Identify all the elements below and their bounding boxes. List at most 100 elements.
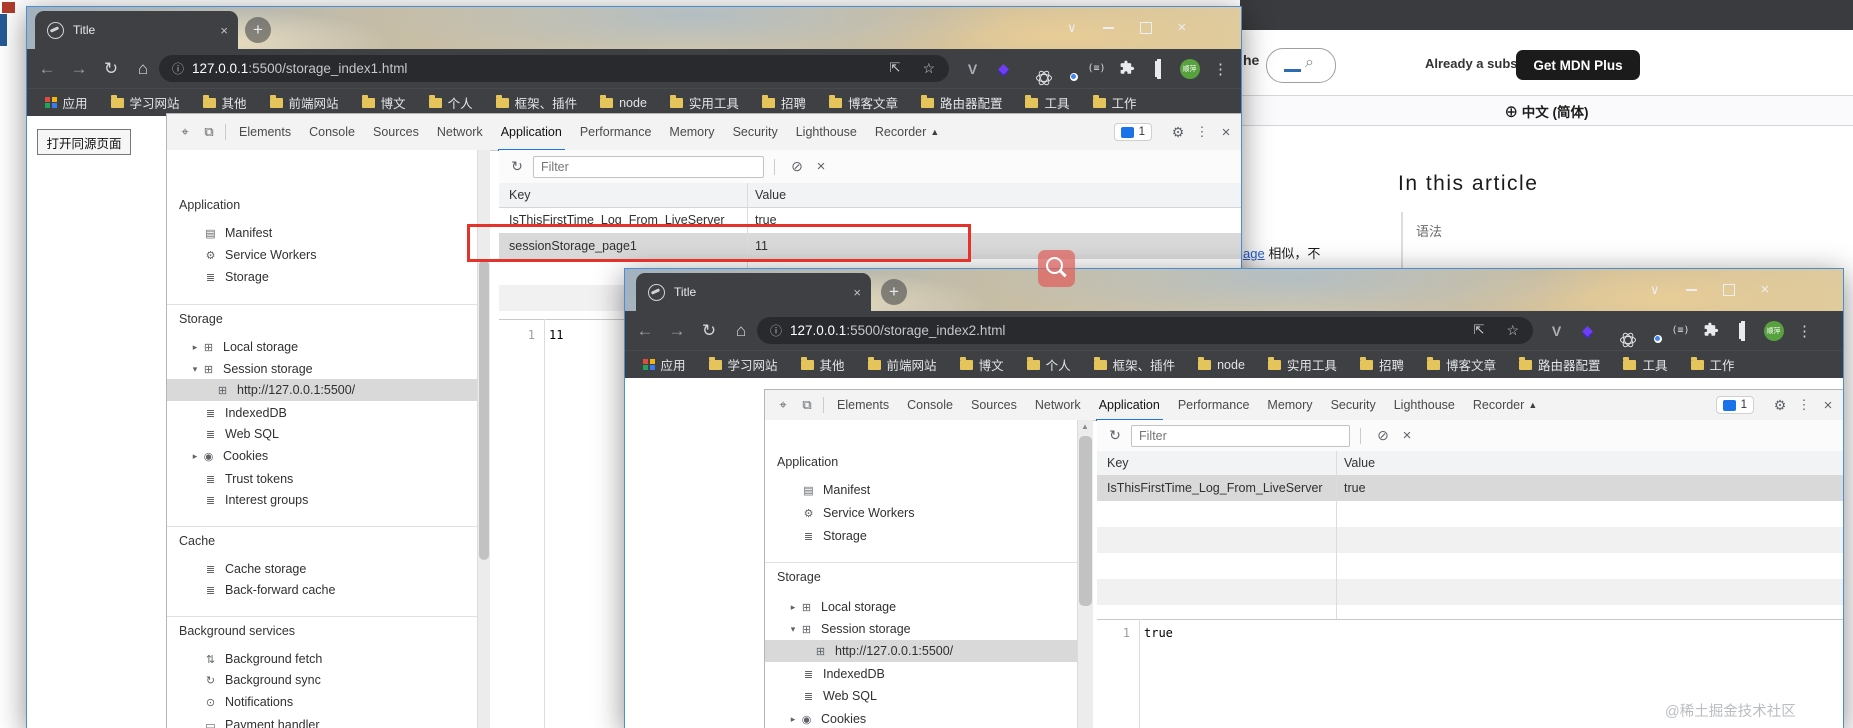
value-header[interactable]: Value: [1344, 456, 1375, 470]
issues-badge[interactable]: 1: [1715, 396, 1754, 414]
sidebar-item-cookies[interactable]: ▸ ◉ Cookies: [765, 708, 1077, 728]
bookmark-folder[interactable]: 博文: [361, 93, 406, 112]
device-toolbar-icon[interactable]: ⧉: [795, 397, 819, 413]
sidebar-item-manifest[interactable]: ▤ Manifest: [167, 222, 477, 244]
bookmark-folder[interactable]: 工具: [1025, 93, 1070, 112]
tab-network[interactable]: Network: [428, 114, 492, 150]
tab-console[interactable]: Console: [898, 390, 962, 420]
bookmark-folder[interactable]: 实用工具: [1267, 355, 1337, 374]
bookmark-folder[interactable]: 个人: [428, 93, 473, 112]
back-icon[interactable]: ←: [629, 321, 661, 341]
sidebar-item-local-storage[interactable]: ▸ ⊞ Local storage: [765, 596, 1077, 618]
tab-close-icon[interactable]: ×: [220, 24, 228, 37]
share-icon[interactable]: ⇱: [1474, 322, 1485, 339]
bookmark-folder[interactable]: 学习网站: [708, 355, 778, 374]
block-icon[interactable]: ⊘: [785, 158, 809, 175]
vue-devtools-extension-icon[interactable]: V: [957, 61, 988, 77]
bookmark-folder[interactable]: 工具: [1623, 355, 1668, 374]
settings-gear-icon[interactable]: ⚙: [1166, 124, 1190, 141]
bookmark-folder[interactable]: 其他: [202, 93, 247, 112]
chevron-down-icon[interactable]: ∨: [1067, 20, 1077, 36]
bookmark-folder[interactable]: 博文: [959, 355, 1004, 374]
side-panel-icon[interactable]: [1727, 320, 1758, 341]
menu-dots-icon[interactable]: ⋮: [1789, 322, 1820, 340]
language-selector[interactable]: ⊕ 中文 (简体): [1240, 95, 1853, 126]
layers-extension-icon[interactable]: ◆: [1572, 322, 1603, 339]
maximize-icon[interactable]: [1139, 21, 1152, 34]
sidebar-scrollbar[interactable]: ▲: [1077, 420, 1093, 728]
bookmark-folder[interactable]: 招聘: [1359, 355, 1404, 374]
block-icon[interactable]: ⊘: [1371, 427, 1395, 444]
chevron-right-icon[interactable]: ▸: [189, 451, 201, 462]
bookmark-folder[interactable]: 前端网站: [269, 93, 339, 112]
clear-icon[interactable]: ×: [809, 158, 833, 175]
window2-address-bar[interactable]: ⓘ 127.0.0.1:5500/storage_index2.html ⇱ ☆: [757, 317, 1533, 344]
sidebar-item-cache-storage[interactable]: ≣ Cache storage: [167, 558, 477, 580]
sidebar-item-trust-tokens[interactable]: ≣ Trust tokens: [167, 468, 477, 490]
sidebar-item-interest-groups[interactable]: ≣ Interest groups: [167, 489, 477, 511]
tab-performance[interactable]: Performance: [571, 114, 661, 150]
mdn-search-input[interactable]: ⌕: [1266, 48, 1336, 83]
sidebar-item-manifest[interactable]: ▤ Manifest: [765, 479, 1077, 501]
bookmark-apps[interactable]: 应用: [45, 93, 88, 112]
extensions-puzzle-icon[interactable]: [1696, 322, 1727, 340]
sidebar-item-web-sql[interactable]: ≣ Web SQL: [765, 685, 1077, 707]
profile-avatar[interactable]: 顺萍: [1758, 320, 1789, 341]
filter-input[interactable]: Filter: [1131, 424, 1350, 447]
chevron-down-icon[interactable]: ▾: [787, 624, 799, 635]
tab-console[interactable]: Console: [300, 114, 364, 150]
new-tab-button[interactable]: +: [245, 17, 271, 43]
clear-icon[interactable]: ×: [1395, 427, 1419, 444]
reload-icon[interactable]: ↻: [693, 321, 725, 341]
back-icon[interactable]: ←: [31, 59, 63, 79]
tab-elements[interactable]: Elements: [828, 390, 898, 420]
window2-tab[interactable]: Title ×: [636, 273, 871, 311]
bookmark-apps[interactable]: 应用: [643, 355, 686, 374]
tab-memory[interactable]: Memory: [1258, 390, 1321, 420]
tab-performance[interactable]: Performance: [1169, 390, 1259, 420]
devtools-close-icon[interactable]: ×: [1214, 124, 1238, 141]
bookmark-star-icon[interactable]: ☆: [1506, 322, 1519, 339]
tab-recorder[interactable]: Recorder ▲: [866, 114, 948, 150]
bookmark-folder[interactable]: 路由器配置: [920, 93, 1002, 112]
sidebar-item-session-storage[interactable]: ▾ ⊞ Session storage: [765, 618, 1077, 640]
menu-dots-icon[interactable]: ⋮: [1205, 60, 1236, 78]
bookmark-folder[interactable]: 个人: [1026, 355, 1071, 374]
sidebar-item-indexeddb[interactable]: ≣ IndexedDB: [765, 663, 1077, 685]
window1-tab[interactable]: Title ×: [35, 11, 238, 49]
bookmark-folder[interactable]: 招聘: [761, 93, 806, 112]
sidebar-item-storage[interactable]: ≣ Storage: [765, 525, 1077, 547]
sidebar-item-notifications[interactable]: ⊙ Notifications: [167, 691, 477, 713]
bookmark-folder[interactable]: 学习网站: [110, 93, 180, 112]
tab-sources[interactable]: Sources: [364, 114, 428, 150]
sidebar-item-service-workers[interactable]: ⚙ Service Workers: [765, 502, 1077, 524]
chevron-right-icon[interactable]: ▸: [787, 714, 799, 725]
sidebar-item-payment-handler[interactable]: ▭ Payment handler: [167, 714, 477, 728]
tab-lighthouse[interactable]: Lighthouse: [787, 114, 866, 150]
sidebar-item-background-sync[interactable]: ↻ Background sync: [167, 669, 477, 691]
site-info-icon[interactable]: ⓘ: [172, 60, 184, 77]
close-icon[interactable]: ×: [1761, 281, 1770, 298]
home-icon[interactable]: ⌂: [725, 321, 757, 341]
device-toolbar-icon[interactable]: ⧉: [197, 124, 221, 140]
bookmark-star-icon[interactable]: ☆: [922, 60, 935, 77]
chevron-down-icon[interactable]: ∨: [1650, 282, 1660, 298]
layers-extension-icon[interactable]: ◆: [988, 60, 1019, 77]
open-same-origin-page-button[interactable]: 打开同源页面: [37, 129, 131, 155]
window1-address-bar[interactable]: ⓘ 127.0.0.1:5500/storage_index1.html ⇱ ☆: [159, 55, 949, 82]
sidebar-item-web-sql[interactable]: ≣ Web SQL: [167, 423, 477, 445]
close-icon[interactable]: ×: [1178, 19, 1187, 36]
bookmark-folder[interactable]: 工作: [1690, 355, 1735, 374]
home-icon[interactable]: ⌂: [127, 59, 159, 79]
side-panel-icon[interactable]: [1143, 58, 1174, 79]
bookmark-folder[interactable]: 框架、插件: [1093, 355, 1175, 374]
maximize-icon[interactable]: [1722, 283, 1735, 296]
sidebar-item-background-fetch[interactable]: ⇅ Background fetch: [167, 648, 477, 670]
bookmark-folder[interactable]: node: [1198, 356, 1245, 372]
bookmark-folder[interactable]: 其他: [800, 355, 845, 374]
sidebar-item-origin[interactable]: ⊞ http://127.0.0.1:5500/: [765, 640, 1077, 662]
get-mdn-plus-button[interactable]: Get MDN Plus: [1516, 50, 1640, 80]
devtools-close-icon[interactable]: ×: [1816, 397, 1840, 414]
text-extension-icon[interactable]: (≡): [1081, 63, 1112, 74]
reload-icon[interactable]: ↻: [95, 59, 127, 79]
